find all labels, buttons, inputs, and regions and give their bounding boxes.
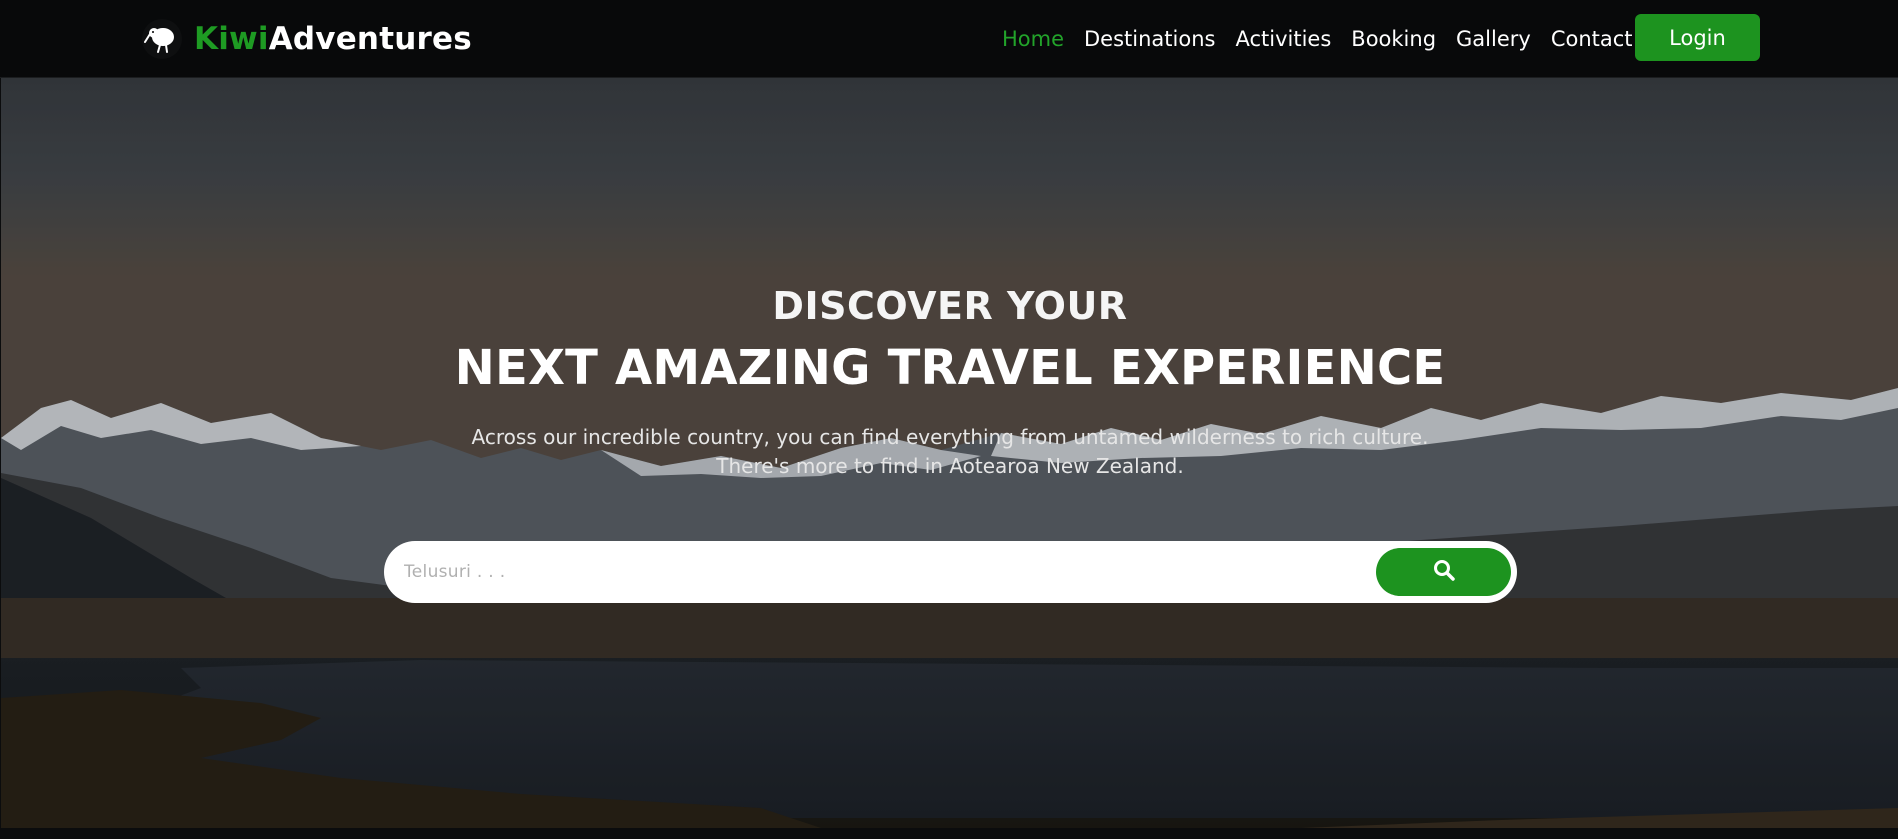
- hero-description-line1: Across our incredible country, you can f…: [471, 425, 1429, 449]
- nav-links: Home Destinations Activities Booking Gal…: [1002, 22, 1633, 56]
- kiwi-bird-icon: [142, 19, 182, 59]
- search-input[interactable]: [404, 555, 1404, 589]
- nav-link-gallery[interactable]: Gallery: [1456, 27, 1531, 51]
- login-button[interactable]: Login: [1635, 14, 1760, 61]
- nav-link-home[interactable]: Home: [1002, 27, 1064, 51]
- hero-title: NEXT AMAZING TRAVEL EXPERIENCE: [454, 340, 1446, 396]
- brand-name-part1: Kiwi: [194, 21, 269, 57]
- brand[interactable]: KiwiAdventures: [142, 18, 472, 60]
- search-icon: [1433, 559, 1455, 585]
- hero-section: DISCOVER YOUR NEXT AMAZING TRAVEL EXPERI…: [1, 78, 1898, 828]
- search-button[interactable]: [1376, 548, 1511, 596]
- hero-description-line2: There's more to find in Aotearoa New Zea…: [716, 454, 1184, 478]
- brand-name: KiwiAdventures: [194, 21, 472, 57]
- hero-description: Across our incredible country, you can f…: [1, 423, 1898, 481]
- search-bar: [384, 541, 1517, 603]
- navbar: KiwiAdventures Home Destinations Activit…: [0, 0, 1898, 78]
- nav-link-destinations[interactable]: Destinations: [1084, 27, 1215, 51]
- page-bottom-strip: [0, 828, 1898, 839]
- nav-link-activities[interactable]: Activities: [1235, 27, 1331, 51]
- nav-link-booking[interactable]: Booking: [1351, 27, 1436, 51]
- hero-subtitle: DISCOVER YOUR: [772, 284, 1128, 328]
- nav-link-contact[interactable]: Contact: [1551, 27, 1633, 51]
- brand-name-part2: Adventures: [268, 21, 472, 57]
